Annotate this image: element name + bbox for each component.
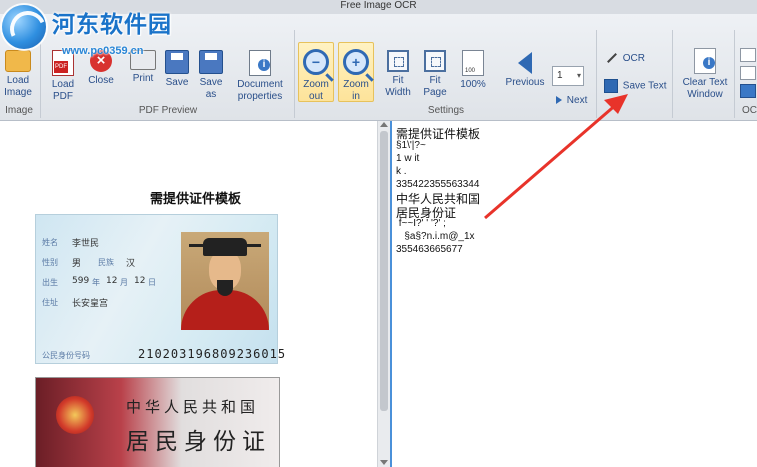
- fit-page-icon: [424, 50, 446, 72]
- group-label-settings: Settings: [427, 105, 465, 116]
- fit-width-button[interactable]: Fit Width: [380, 50, 416, 99]
- scroll-down-icon[interactable]: [380, 460, 388, 465]
- id-card-back: 中华人民共和国 居民身份证: [35, 377, 280, 467]
- save-text-icon: [604, 79, 618, 93]
- ocr-line: 1 w it: [396, 153, 420, 164]
- ocr-line: §a§?n.i.m@_1x: [396, 231, 475, 242]
- fit-width-icon: [387, 50, 409, 72]
- watermark-name: 河东软件园: [52, 12, 172, 38]
- main-content: 需提供证件模板 姓名 李世民 性别 男 民族 汉 出生 599 年 12 月 1…: [0, 121, 757, 467]
- fit-page-button[interactable]: Fit Page: [418, 50, 452, 99]
- page-number-value: 1: [557, 70, 563, 81]
- zoom-in-icon: +: [343, 49, 369, 75]
- save-button[interactable]: Save: [160, 50, 194, 89]
- clear-text-window-button[interactable]: Clear Text Window: [678, 48, 732, 101]
- address-label: 住址: [42, 298, 58, 307]
- document-info-icon: [249, 50, 271, 76]
- group-label-image: Image: [5, 105, 33, 116]
- scrollbar-thumb[interactable]: [380, 131, 388, 411]
- floppy-disk-icon: [165, 50, 189, 74]
- group-separator: [40, 30, 41, 118]
- address-value: 长安皇宫: [72, 299, 109, 309]
- birth-day: 12: [134, 276, 146, 286]
- zoom-100-button[interactable]: 100%: [456, 50, 490, 91]
- name-label: 姓名: [42, 238, 58, 247]
- previous-page-button[interactable]: Previous: [502, 50, 548, 89]
- vertical-scrollbar[interactable]: [377, 121, 390, 467]
- id-portrait: [181, 232, 269, 330]
- save-text-button[interactable]: Save Text: [604, 79, 667, 94]
- ocr-line: 355463665677: [396, 244, 463, 255]
- id-number: 210203196809236015: [138, 347, 287, 361]
- page-100-icon: [462, 50, 484, 77]
- chevron-down-icon: ▾: [576, 71, 581, 80]
- national-emblem-icon: [56, 396, 94, 434]
- partial-button-2[interactable]: [740, 66, 756, 80]
- partial-button-3[interactable]: [740, 84, 756, 98]
- id-card-front: 姓名 李世民 性别 男 民族 汉 出生 599 年 12 月 12 日 住址 长…: [35, 214, 285, 364]
- image-preview-pane[interactable]: 需提供证件模板 姓名 李世民 性别 男 民族 汉 出生 599 年 12 月 1…: [0, 121, 377, 467]
- next-page-button[interactable]: Next: [556, 94, 587, 108]
- sex-value: 男: [72, 259, 82, 269]
- nation-value: 汉: [126, 259, 136, 269]
- id-number-label: 公民身份号码: [42, 351, 90, 360]
- ocr-line: f~~I?' ' '?' ;: [396, 218, 446, 229]
- group-label-pdf-preview: PDF Preview: [138, 105, 198, 116]
- ocr-line: k .: [396, 166, 407, 177]
- group-separator: [672, 30, 673, 118]
- ocr-button[interactable]: OCR: [606, 52, 645, 66]
- group-label-ocr-partial: OC: [742, 105, 757, 116]
- nation-label: 民族: [98, 258, 114, 267]
- ocr-text-pane[interactable]: 需提供证件模板 §1\'|?~ 1 w it k . 3354223555633…: [392, 121, 757, 467]
- card-back-line1: 中华人民共和国: [126, 398, 260, 416]
- save-as-button[interactable]: Save as: [196, 50, 226, 101]
- birth-year-suffix: 年: [92, 278, 100, 287]
- zoom-out-button[interactable]: − Zoom out: [298, 42, 334, 102]
- ocr-line: 335422355563344: [396, 179, 480, 190]
- scroll-up-icon[interactable]: [380, 122, 388, 127]
- group-separator: [734, 30, 735, 118]
- document-title: 需提供证件模板: [150, 192, 242, 207]
- birth-month-suffix: 月: [120, 278, 128, 287]
- magic-wand-icon: [607, 53, 617, 64]
- blank-document-icon: [694, 48, 716, 74]
- card-back-line2: 居民身份证: [126, 429, 271, 455]
- birth-month: 12: [106, 276, 118, 286]
- folder-icon: [5, 50, 31, 72]
- floppy-disk-icon: [199, 50, 223, 74]
- page-number-select[interactable]: 1 ▾: [552, 66, 584, 86]
- birth-year: 599: [72, 276, 90, 286]
- partial-button-1[interactable]: [740, 48, 756, 62]
- sex-label: 性别: [42, 258, 58, 267]
- zoom-in-button[interactable]: + Zoom in: [338, 42, 374, 102]
- arrow-left-icon: [518, 52, 532, 74]
- ocr-line: §1\'|?~: [396, 140, 426, 151]
- zoom-out-icon: −: [303, 49, 329, 75]
- birth-label: 出生: [42, 278, 58, 287]
- arrow-right-icon: [556, 96, 562, 105]
- birth-day-suffix: 日: [148, 278, 156, 287]
- watermark-url: www.pc0359.cn: [62, 45, 144, 57]
- load-pdf-button[interactable]: Load PDF: [46, 50, 80, 103]
- name-value: 李世民: [72, 239, 100, 249]
- load-image-button[interactable]: Load Image: [2, 50, 34, 99]
- group-separator: [596, 30, 597, 118]
- group-separator: [294, 30, 295, 118]
- document-properties-button[interactable]: Document properties: [230, 50, 290, 103]
- watermark-logo: [2, 5, 52, 53]
